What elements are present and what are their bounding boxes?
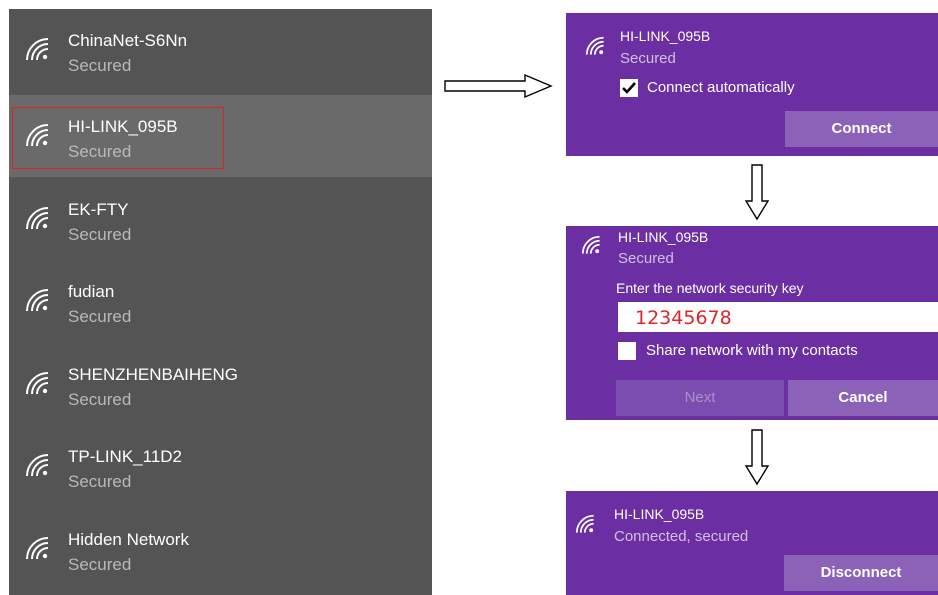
- checkmark-icon: [622, 82, 636, 94]
- network-item-hi-link[interactable]: HI-LINK_095B Secured: [9, 95, 432, 177]
- wifi-icon: [581, 235, 600, 254]
- connect-panel: HI-LINK_095B Secured Connect automatical…: [566, 13, 938, 156]
- network-status: Secured: [620, 50, 676, 67]
- network-name: TP-LINK_11D2: [68, 447, 183, 466]
- network-status: Secured: [68, 555, 132, 574]
- wifi-icon: [26, 537, 49, 560]
- network-item-chinanet[interactable]: ChinaNet-S6Nn Secured: [9, 9, 432, 91]
- wifi-icon: [26, 454, 49, 477]
- wifi-icon: [26, 372, 49, 395]
- network-name: HI-LINK_095B: [620, 28, 711, 44]
- security-key-prompt: Enter the network security key: [616, 280, 804, 296]
- security-key-value: 12345678: [635, 307, 732, 329]
- network-name: HI-LINK_095B: [614, 506, 705, 522]
- down-arrow-icon: [744, 429, 770, 486]
- security-key-input[interactable]: 12345678: [618, 302, 938, 332]
- network-status: Secured: [68, 56, 132, 75]
- right-arrow-icon: [444, 73, 553, 99]
- network-name: HI-LINK_095B: [618, 229, 709, 245]
- next-button[interactable]: Next: [616, 380, 784, 416]
- wifi-icon: [26, 207, 49, 230]
- down-arrow-icon: [744, 164, 770, 221]
- security-key-panel: HI-LINK_095B Secured Enter the network s…: [566, 226, 938, 420]
- wifi-icon: [575, 514, 594, 533]
- network-status: Secured: [68, 142, 132, 161]
- network-status: Secured: [68, 307, 132, 326]
- network-status: Secured: [618, 250, 674, 267]
- network-name: ChinaNet-S6Nn: [68, 31, 188, 50]
- connect-automatically-checkbox[interactable]: [620, 79, 638, 97]
- network-status: Secured: [68, 472, 132, 491]
- share-network-label: Share network with my contacts: [646, 342, 858, 359]
- disconnect-button[interactable]: Disconnect: [784, 555, 938, 591]
- network-status: Secured: [68, 225, 132, 244]
- wifi-icon: [585, 36, 604, 55]
- network-name: EK-FTY: [68, 200, 129, 219]
- share-network-checkbox[interactable]: [618, 342, 636, 360]
- connect-automatically-label: Connect automatically: [647, 79, 795, 96]
- network-name: SHENZHENBAIHENG: [68, 365, 239, 384]
- network-item-hidden[interactable]: Hidden Network Secured: [9, 508, 432, 590]
- network-status: Secured: [68, 390, 132, 409]
- network-item-shenzhenbaiheng[interactable]: SHENZHENBAIHENG Secured: [9, 343, 432, 425]
- network-item-fudian[interactable]: fudian Secured: [9, 260, 432, 342]
- network-item-tp-link[interactable]: TP-LINK_11D2 Secured: [9, 425, 432, 507]
- wifi-icon: [26, 38, 49, 61]
- network-name: Hidden Network: [68, 530, 189, 549]
- wifi-icon: [26, 289, 49, 312]
- wifi-network-list: ChinaNet-S6Nn Secured HI-LINK_095B Secur…: [9, 9, 432, 595]
- connection-status: Connected, secured: [614, 528, 749, 545]
- wifi-icon: [26, 124, 49, 147]
- network-item-ek-fty[interactable]: EK-FTY Secured: [9, 178, 432, 260]
- network-name: HI-LINK_095B: [68, 117, 178, 136]
- cancel-button[interactable]: Cancel: [788, 380, 938, 416]
- network-name: fudian: [68, 282, 115, 301]
- connected-panel: HI-LINK_095B Connected, secured Disconne…: [566, 491, 938, 595]
- connect-button[interactable]: Connect: [785, 111, 938, 147]
